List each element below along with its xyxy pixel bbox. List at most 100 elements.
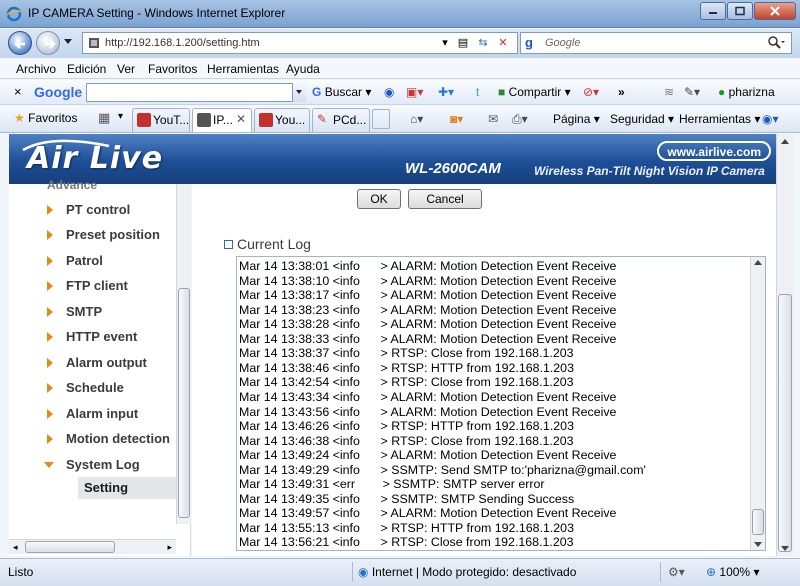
quick-tabs-icon[interactable]: ▦ xyxy=(98,110,110,126)
more-tools-icon[interactable]: » xyxy=(618,85,625,99)
plus-icon[interactable]: ✚▾ xyxy=(438,85,454,99)
expand-arrow-icon xyxy=(47,383,53,393)
close-tab-icon[interactable]: ✕ xyxy=(236,112,246,126)
sidebar-horizontal-scrollbar[interactable]: ◂ ▸ xyxy=(9,539,176,554)
window-titlebar[interactable]: IP CAMERA Setting - Windows Internet Exp… xyxy=(0,0,800,28)
forward-arrow-icon xyxy=(45,39,56,49)
menu-ver[interactable]: Ver xyxy=(117,62,135,76)
menu-herramientas[interactable]: Herramientas xyxy=(207,62,279,76)
url-field[interactable]: http://192.168.1.200/setting.htm ▾ ▤ ⇆ ✕ xyxy=(82,32,518,54)
sidebar-scroll-thumb[interactable] xyxy=(178,288,190,518)
log-line: Mar 14 13:38:01 <info > ALARM: Motion De… xyxy=(239,259,617,273)
tab-pcd[interactable]: ✎ PCd... xyxy=(312,108,370,132)
sidebar-item-patrol[interactable]: Patrol xyxy=(66,253,103,268)
bookmarks-icon[interactable]: ▣▾ xyxy=(406,85,423,99)
forward-button[interactable] xyxy=(36,31,60,55)
popup-blocker-icon[interactable]: ⊘▾ xyxy=(583,85,599,99)
twitter-icon[interactable]: t xyxy=(476,85,479,99)
expand-arrow-icon xyxy=(47,230,53,240)
url-dropdown-icon[interactable]: ▾ xyxy=(437,36,453,50)
menu-edicion[interactable]: Edición xyxy=(67,62,106,76)
menu-ayuda[interactable]: Ayuda xyxy=(286,62,320,76)
sidebar-item-smtp[interactable]: SMTP xyxy=(66,304,102,319)
refresh-icon[interactable]: ⇆ xyxy=(475,36,491,50)
minimize-button[interactable] xyxy=(700,2,726,20)
google-search-dropdown[interactable] xyxy=(292,83,306,102)
sidebar-item-alarm-input[interactable]: Alarm input xyxy=(66,406,138,421)
sidebar-vertical-scrollbar[interactable] xyxy=(176,184,191,524)
scroll-down-icon[interactable] xyxy=(754,542,762,548)
zoom-control[interactable]: ⊕ 100% ▾ xyxy=(706,565,759,579)
sidebar-item-alarm-output[interactable]: Alarm output xyxy=(66,355,147,370)
compatibility-icon[interactable]: ▤ xyxy=(455,36,471,50)
page-scroll-down-icon[interactable] xyxy=(781,546,789,552)
expand-arrow-icon xyxy=(47,205,53,215)
search-box[interactable]: g Google xyxy=(520,32,792,54)
globe-icon[interactable]: ◉ xyxy=(384,85,394,99)
tab-youtube-2[interactable]: You... xyxy=(254,108,310,132)
google-g-icon: G xyxy=(312,85,322,99)
print-icon[interactable]: ⎙▾ xyxy=(512,112,528,127)
tab-list-icon[interactable]: ▾ xyxy=(118,111,123,122)
internet-globe-icon: ◉ xyxy=(358,565,369,579)
new-tab-button[interactable] xyxy=(372,109,390,132)
expand-arrow-icon xyxy=(47,358,53,368)
page-vertical-scrollbar[interactable] xyxy=(776,134,793,556)
status-bar: Listo ◉ Internet | Modo protegido: desac… xyxy=(0,558,800,586)
stop-icon[interactable]: ✕ xyxy=(495,36,511,50)
sidebar-hscroll-thumb[interactable] xyxy=(25,541,115,553)
sidebar-item-http-event[interactable]: HTTP event xyxy=(66,329,137,344)
feeds-icon[interactable]: ◙▾ xyxy=(450,112,463,126)
sidebar-item-system-log[interactable]: System Log xyxy=(66,457,140,472)
scroll-left-icon[interactable]: ◂ xyxy=(13,542,18,553)
sidebar-item-schedule[interactable]: Schedule xyxy=(66,380,124,395)
security-zone[interactable]: ◉ Internet | Modo protegido: desactivado xyxy=(358,565,576,579)
favorites-button[interactable]: ★ Favoritos xyxy=(14,111,77,125)
user-account[interactable]: ● pharizna xyxy=(718,85,775,99)
scroll-up-icon[interactable] xyxy=(754,259,762,265)
settings-sidebar: Advance PT control Preset position Patro… xyxy=(9,178,191,556)
back-button[interactable] xyxy=(8,31,32,55)
search-icon[interactable] xyxy=(767,35,785,51)
menu-favoritos[interactable]: Favoritos xyxy=(148,62,197,76)
log-line: Mar 14 13:42:54 <info > RTSP: Close from… xyxy=(239,375,574,390)
maximize-button[interactable] xyxy=(727,2,753,20)
scroll-right-icon[interactable]: ▸ xyxy=(167,542,172,553)
sidebar-subitem-setting[interactable]: Setting xyxy=(78,477,176,499)
sidebar-item-motion-detection[interactable]: Motion detection xyxy=(66,431,170,446)
help-icon[interactable]: ◉▾ xyxy=(762,112,779,126)
ie-icon xyxy=(6,6,22,22)
tab-youtube-1[interactable]: YouT... xyxy=(132,108,190,132)
menu-archivo[interactable]: Archivo xyxy=(16,62,56,76)
tools-menu[interactable]: Herramientas ▾ xyxy=(679,112,760,126)
ok-button[interactable]: OK xyxy=(357,189,401,209)
home-icon[interactable]: ⌂▾ xyxy=(410,112,423,126)
sidebar-item-preset-position[interactable]: Preset position xyxy=(66,227,160,242)
security-menu[interactable]: Seguridad ▾ xyxy=(610,112,674,126)
url-text: http://192.168.1.200/setting.htm xyxy=(105,37,260,49)
page-menu[interactable]: Página ▾ xyxy=(553,112,600,126)
cancel-button[interactable]: Cancel xyxy=(408,189,482,209)
sidebar-item-pt-control[interactable]: PT control xyxy=(66,202,130,217)
status-separator xyxy=(660,562,661,582)
expand-arrow-icon xyxy=(47,281,53,291)
log-scrollbar[interactable] xyxy=(750,257,765,550)
google-search-input[interactable] xyxy=(86,83,306,102)
tab-ip-camera[interactable]: IP... ✕ xyxy=(192,108,252,132)
website-link[interactable]: www.airlive.com xyxy=(657,141,771,161)
status-text: Listo xyxy=(8,565,34,579)
sidebar-item-ftp-client[interactable]: FTP client xyxy=(66,278,128,293)
recent-pages-dropdown-icon[interactable] xyxy=(63,38,73,46)
close-window-button[interactable] xyxy=(754,2,796,20)
log-scroll-thumb[interactable] xyxy=(752,509,764,535)
expand-arrow-icon xyxy=(47,256,53,266)
zone-settings-icon[interactable]: ⚙▾ xyxy=(668,565,685,579)
share-button[interactable]: ■ Compartir ▾ xyxy=(498,85,571,99)
page-scroll-thumb[interactable] xyxy=(778,294,792,552)
log-textarea[interactable]: Mar 14 13:38:01 <info > ALARM: Motion De… xyxy=(236,256,766,551)
wrench-icon[interactable]: ✎▾ xyxy=(684,85,700,99)
mail-icon[interactable]: ✉ xyxy=(488,112,498,126)
google-search-button[interactable]: G Buscar ▾ xyxy=(312,85,371,99)
close-toolbar-icon[interactable]: × xyxy=(14,84,22,99)
page-scroll-up-icon[interactable] xyxy=(781,138,789,144)
